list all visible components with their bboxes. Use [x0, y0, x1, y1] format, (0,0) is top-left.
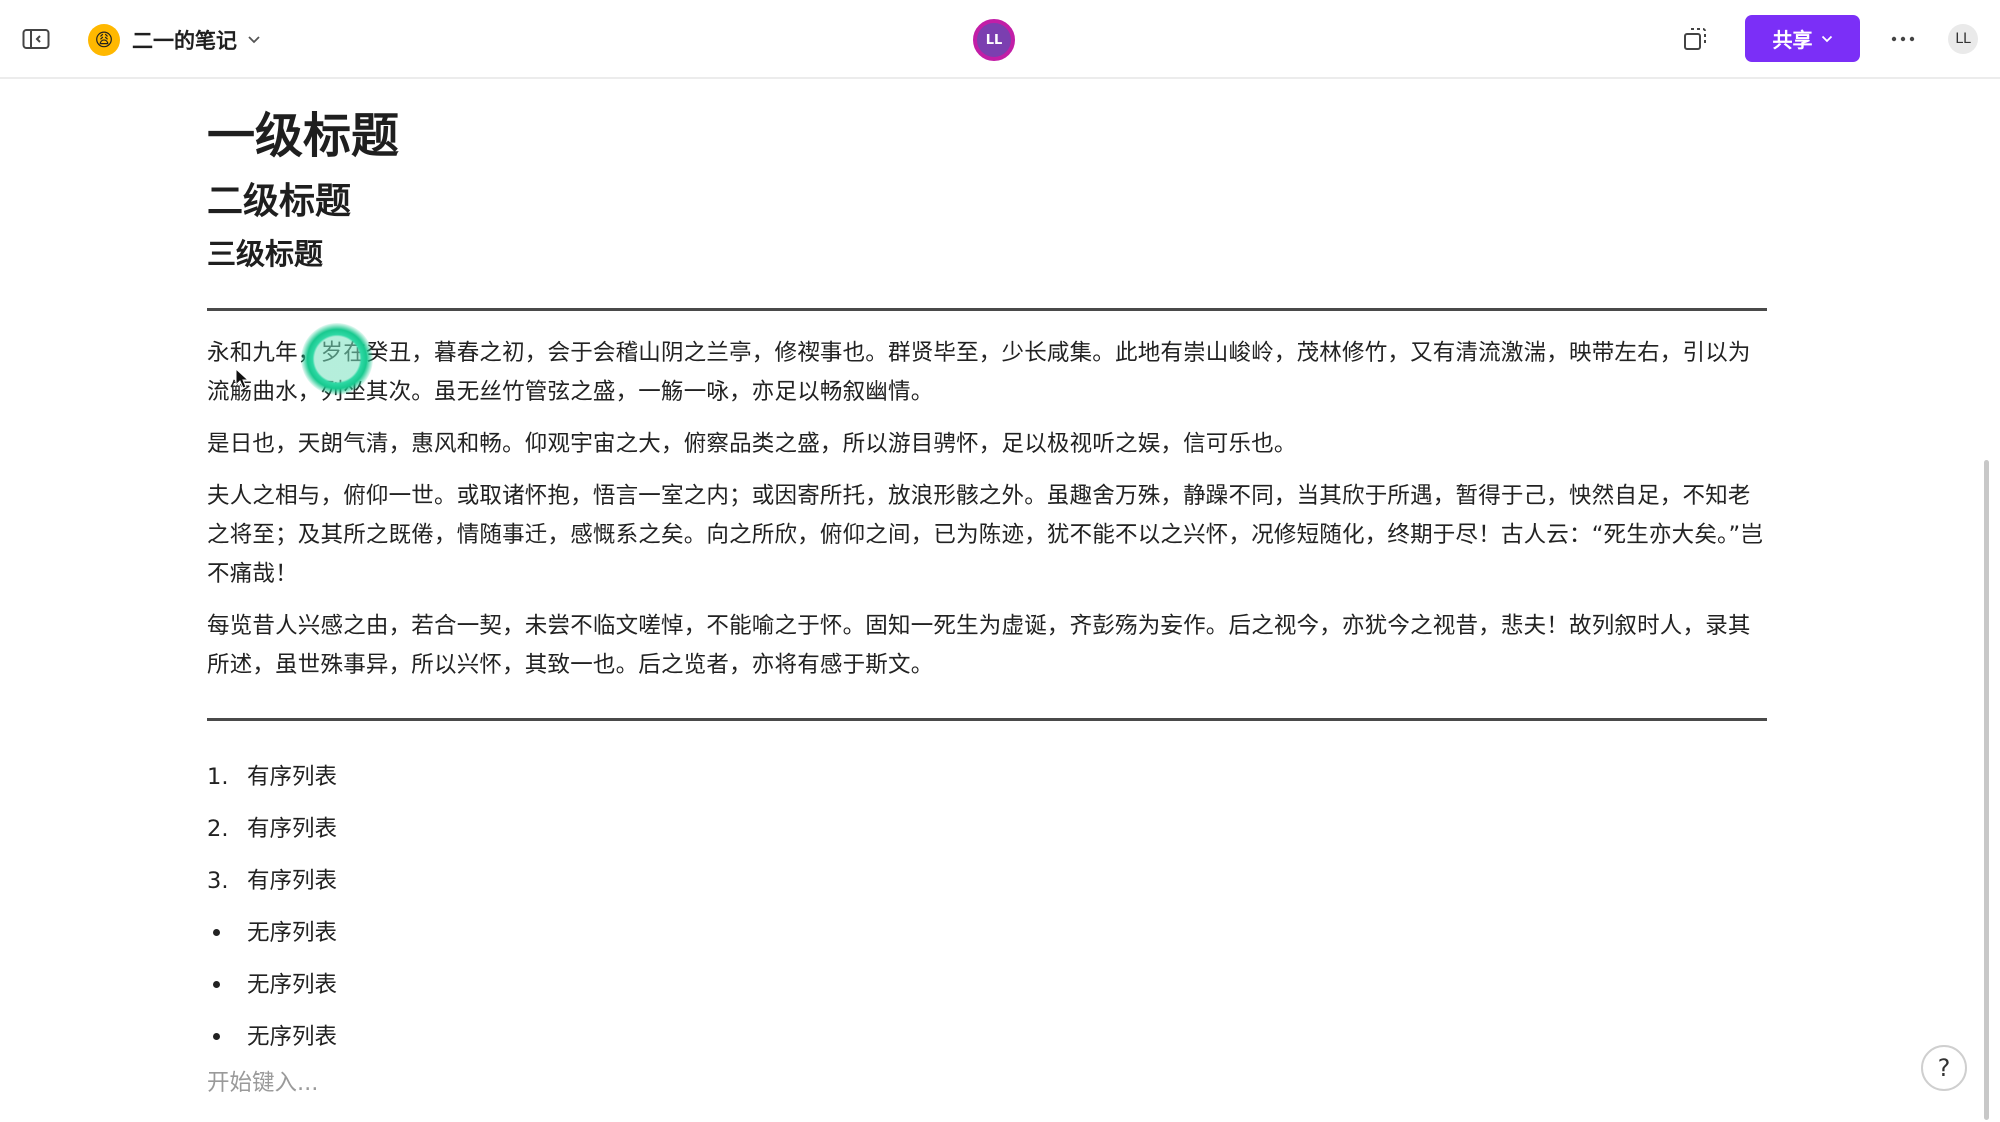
list-item-text: 无序列表 [247, 1024, 338, 1050]
bullet-icon [213, 929, 220, 936]
paragraph[interactable]: 永和九年，岁在癸丑，暮春之初，会于会稽山阴之兰亭，修禊事也。群贤毕至，少长咸集。… [207, 334, 1767, 412]
list-item-text: 无序列表 [247, 972, 338, 998]
collaborator-avatar[interactable]: LL [973, 19, 1015, 61]
click-indicator [301, 323, 373, 395]
notebook-selector[interactable]: 😩 二一的笔记 [88, 20, 261, 60]
notebook-emoji-icon: 😩 [88, 24, 120, 56]
chevron-down-icon [248, 36, 260, 44]
paragraph[interactable]: 夫人之相与，俯仰一世。或取诸怀抱，悟言一室之内；或因寄所托，放浪形骸之外。虽趣舍… [207, 477, 1767, 594]
list-item[interactable]: 无序列表 [207, 907, 1767, 959]
scrollbar[interactable] [1978, 79, 2000, 1122]
list-number: 3. [207, 868, 229, 894]
mouse-cursor-icon [235, 368, 250, 389]
bullet-icon [213, 981, 220, 988]
bullet-icon [213, 1033, 220, 1040]
scrollbar-thumb[interactable] [1984, 460, 1989, 1120]
list-item-text: 无序列表 [247, 920, 338, 946]
paragraph[interactable]: 是日也，天朗气清，惠风和畅。仰观宇宙之大，俯察品类之盛，所以游目骋怀，足以极视听… [207, 425, 1767, 464]
heading-3[interactable]: 三级标题 [207, 232, 1767, 276]
more-options-icon[interactable] [1888, 26, 1918, 52]
divider [207, 718, 1767, 721]
heading-1[interactable]: 一级标题 [207, 96, 1767, 176]
list-item[interactable]: 2. 有序列表 [207, 803, 1767, 855]
list-item[interactable]: 无序列表 [207, 1011, 1767, 1063]
top-bar: 😩 二一的笔记 LL 共享 LL [0, 0, 2000, 79]
copy-link-icon[interactable] [1682, 26, 1708, 52]
paragraph[interactable]: 每览昔人兴感之由，若合一契，未尝不临文嗟悼，不能喻之于怀。固知一死生为虚诞，齐彭… [207, 607, 1767, 685]
share-button-label: 共享 [1772, 28, 1813, 52]
list-item[interactable]: 1. 有序列表 [207, 751, 1767, 803]
list-item-text: 有序列表 [247, 764, 338, 790]
list-number: 1. [207, 764, 229, 790]
list-item-text: 有序列表 [247, 868, 338, 894]
divider [207, 308, 1767, 311]
list-item-text: 有序列表 [247, 816, 338, 842]
notebook-title: 二一的笔记 [132, 29, 237, 53]
user-avatar[interactable]: LL [1948, 24, 1978, 54]
list-item[interactable]: 3. 有序列表 [207, 855, 1767, 907]
share-button[interactable]: 共享 [1745, 15, 1860, 62]
unordered-list: 无序列表 无序列表 无序列表 [207, 907, 1767, 1063]
help-button[interactable]: ? [1921, 1045, 1967, 1091]
new-line-placeholder[interactable]: 开始键入... [207, 1063, 1767, 1103]
list-item[interactable]: 无序列表 [207, 959, 1767, 1011]
sidebar-toggle-icon[interactable] [22, 27, 50, 51]
ordered-list: 1. 有序列表 2. 有序列表 3. 有序列表 [207, 751, 1767, 907]
document-body[interactable]: 一级标题 二级标题 三级标题 永和九年，岁在癸丑，暮春之初，会于会稽山阴之兰亭，… [207, 96, 1767, 1103]
list-number: 2. [207, 816, 229, 842]
chevron-down-icon [1821, 35, 1832, 42]
heading-2[interactable]: 二级标题 [207, 176, 1767, 228]
